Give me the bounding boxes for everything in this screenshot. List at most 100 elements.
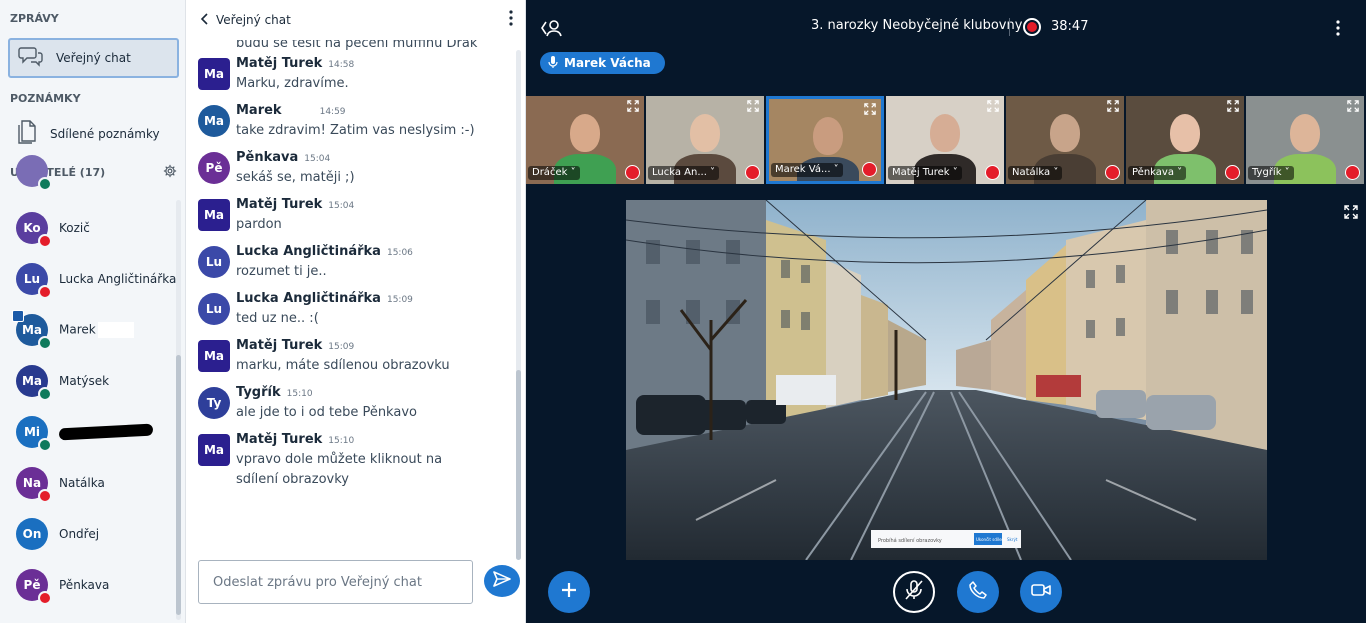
user-name: Lucka Angličtinářka bbox=[59, 272, 176, 286]
user-list-item[interactable]: Na Natálka bbox=[0, 457, 185, 508]
chat-back-button[interactable]: Veřejný chat bbox=[200, 12, 291, 28]
meeting-controls bbox=[526, 570, 1366, 615]
more-options-icon[interactable] bbox=[509, 10, 513, 30]
avatar: On bbox=[16, 517, 48, 550]
mute-microphone-button[interactable] bbox=[893, 571, 935, 613]
hide-share-bar-label[interactable]: Skrýt bbox=[1007, 537, 1018, 542]
chat-scrollbar[interactable] bbox=[516, 50, 521, 560]
message-author: Matěj Turek bbox=[236, 56, 323, 71]
message-body: Tygřík 15:10 ale jde to i od tebe Pěnkavo bbox=[236, 385, 417, 423]
message-header: Pěnkava 15:04 bbox=[236, 150, 355, 168]
webcam-tile-label[interactable]: Natálka ˅ bbox=[1008, 166, 1063, 180]
webcam-tile[interactable]: Matěj Turek ˅ bbox=[886, 96, 1004, 184]
talking-user-name: Marek Vácha bbox=[564, 56, 651, 70]
webcam-tile[interactable]: Pěnkava ˅ bbox=[1126, 96, 1244, 184]
webcam-person-face bbox=[1050, 114, 1080, 152]
webcam-tile-label[interactable]: Tygřík ˅ bbox=[1248, 166, 1294, 180]
avatar-initials: Ma bbox=[21, 373, 43, 388]
send-message-button[interactable] bbox=[484, 565, 520, 597]
webcam-person-face bbox=[813, 117, 843, 155]
user-list-item[interactable]: On Ondřej bbox=[0, 508, 185, 559]
screenshare-view[interactable]: Probíhá sdílení obrazovky Ukončit sdílen… bbox=[626, 200, 1267, 560]
chat-scrollbar-thumb[interactable] bbox=[516, 370, 521, 560]
message-header: Matěj Turek 15:04 bbox=[236, 197, 354, 215]
expand-tile-icon[interactable] bbox=[1347, 100, 1359, 112]
user-list-item[interactable]: Ma Marek bbox=[0, 304, 185, 355]
webcam-tile-label[interactable]: Marek Vá... ˅ bbox=[771, 163, 843, 177]
message-author: Tygřík bbox=[236, 385, 281, 400]
share-webcam-button[interactable] bbox=[1020, 571, 1062, 613]
expand-tile-icon[interactable] bbox=[987, 100, 999, 112]
avatar: Ma bbox=[198, 105, 230, 137]
sidebar-item-shared-notes[interactable]: Sdílené poznámky bbox=[8, 114, 179, 154]
avatar-initials: Ma bbox=[203, 67, 225, 81]
avatar-initials: Pě bbox=[23, 577, 41, 592]
sidebar-item-public-chat[interactable]: Veřejný chat bbox=[8, 38, 179, 78]
user-list-item[interactable]: Mi bbox=[0, 406, 185, 457]
send-icon bbox=[493, 571, 511, 591]
chat-title: Veřejný chat bbox=[216, 13, 291, 27]
message-author: Matěj Turek bbox=[236, 197, 323, 212]
webcam-tile-label[interactable]: Pěnkava ˅ bbox=[1128, 166, 1187, 180]
presenter-icon bbox=[12, 309, 24, 322]
chat-message: Lu Lucka Angličtinářka 15:06 rozumet ti je.… bbox=[198, 244, 513, 282]
webcam-person-face bbox=[1290, 114, 1320, 152]
message-author: Lucka Angličtinářka bbox=[236, 244, 381, 259]
message-time: 15:04 bbox=[304, 154, 331, 164]
webcam-tile[interactable]: Dráček ˅ bbox=[526, 96, 644, 184]
users-scrollbar-thumb[interactable] bbox=[176, 355, 181, 615]
user-list-item[interactable]: Ma Matýsek bbox=[0, 355, 185, 406]
webcam-tile[interactable]: Natálka ˅ bbox=[1006, 96, 1124, 184]
webcam-tile-label[interactable]: Lucka An... ˅ bbox=[648, 166, 720, 180]
webcam-tile[interactable]: Tygřík ˅ bbox=[1246, 96, 1364, 184]
chat-header: Veřejný chat bbox=[186, 0, 525, 40]
expand-tile-icon[interactable] bbox=[627, 100, 639, 112]
message-body: Lucka Angličtinářka 15:09 ted uz ne.. :( bbox=[236, 291, 413, 329]
message-header: Marek 14:59 bbox=[236, 103, 475, 121]
webcam-tile[interactable]: Marek Vá... ˅ bbox=[766, 96, 884, 184]
expand-tile-icon[interactable] bbox=[1107, 100, 1119, 112]
message-time: 15:09 bbox=[328, 342, 355, 352]
muted-mic-icon bbox=[1105, 165, 1120, 180]
leave-audio-button[interactable] bbox=[957, 571, 999, 613]
avatar: Ma bbox=[198, 58, 230, 90]
chat-message-input[interactable]: Odeslat zprávu pro Veřejný chat bbox=[198, 560, 473, 604]
chat-message: Ma Matěj Turek 15:04 pardon bbox=[198, 197, 513, 235]
muted-mic-icon bbox=[1345, 165, 1360, 180]
user-name-text: Pěnkava bbox=[59, 577, 110, 592]
avatar-initials: Ma bbox=[203, 208, 225, 222]
avatar-initials: Na bbox=[22, 475, 42, 490]
user-list-item[interactable] bbox=[0, 155, 185, 202]
webcam-user-name: Matěj Turek bbox=[892, 167, 950, 178]
webcam-tile-label[interactable]: Matěj Turek ˅ bbox=[888, 166, 962, 180]
plus-icon bbox=[560, 581, 578, 603]
user-list-item[interactable]: Lu Lucka Angličtinářka bbox=[0, 253, 185, 304]
message-body: Pěnkava 15:04 sekáš se, matěji ;) bbox=[236, 150, 355, 188]
avatar-initials: Ma bbox=[203, 114, 225, 128]
webcam-tile-label[interactable]: Dráček ˅ bbox=[528, 166, 580, 180]
muted-mic-icon bbox=[985, 165, 1000, 180]
user-name: Kozič bbox=[59, 221, 90, 235]
actions-plus-button[interactable] bbox=[548, 571, 590, 613]
message-header: Lucka Angličtinářka 15:06 bbox=[236, 244, 413, 262]
user-list-item[interactable]: Pě Pěnkava bbox=[0, 559, 185, 610]
recording-indicator-icon[interactable] bbox=[1023, 18, 1041, 36]
user-list-item[interactable]: Ko Kozič bbox=[0, 202, 185, 253]
chat-message: Lu Lucka Angličtinářka 15:09 ted uz ne.. :( bbox=[198, 291, 513, 329]
message-header: Matěj Turek 14:58 bbox=[236, 56, 354, 74]
expand-tile-icon[interactable] bbox=[1227, 100, 1239, 112]
avatar-initials: Lu bbox=[205, 302, 223, 316]
meeting-options-icon[interactable] bbox=[1336, 20, 1340, 40]
fullscreen-expand-icon[interactable] bbox=[1344, 205, 1358, 223]
chevron-down-icon: ˅ bbox=[1050, 167, 1059, 178]
user-list-toggle-icon[interactable] bbox=[540, 18, 564, 42]
avatar: Ty bbox=[198, 387, 230, 419]
expand-tile-icon[interactable] bbox=[747, 100, 759, 112]
recording-timer: 38:47 bbox=[1051, 19, 1089, 34]
message-text: ale jde to i od tebe Pěnkavo bbox=[236, 405, 417, 420]
chevron-down-icon: ˅ bbox=[567, 167, 576, 178]
expand-tile-icon[interactable] bbox=[864, 103, 876, 115]
headphones-icon bbox=[38, 335, 52, 350]
webcam-tile[interactable]: Lucka An... ˅ bbox=[646, 96, 764, 184]
message-author: Lucka Angličtinářka bbox=[236, 291, 381, 306]
